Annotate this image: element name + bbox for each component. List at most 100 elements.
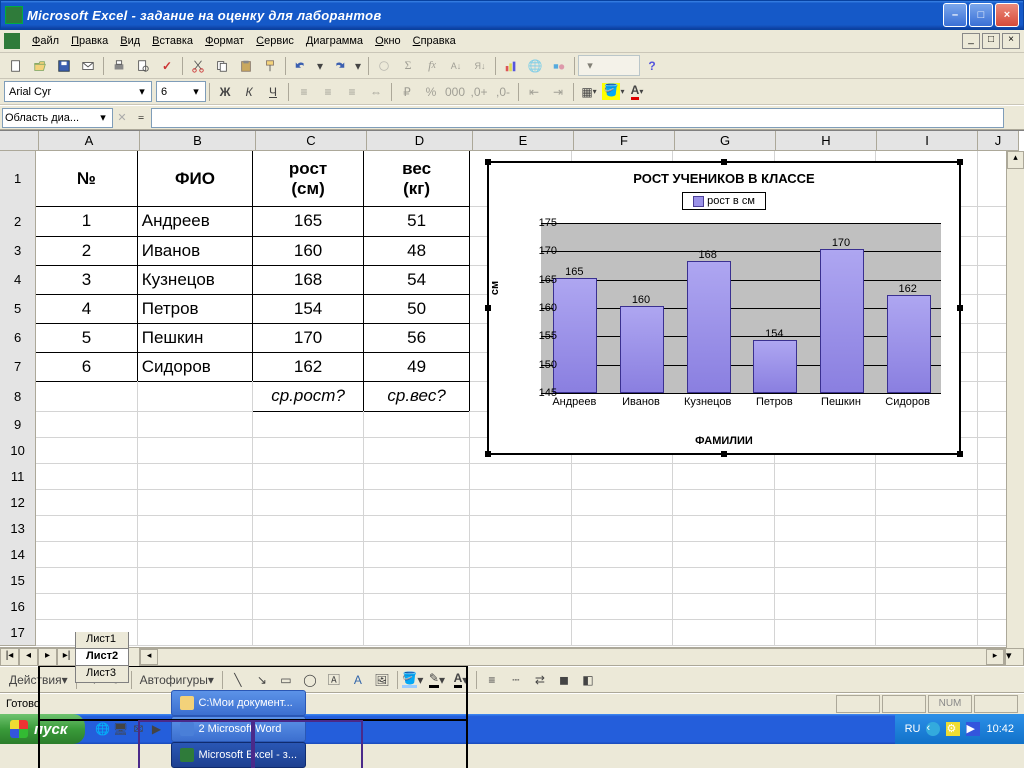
quick-launch-oe[interactable]: ✉ xyxy=(129,718,147,740)
tab-nav-next[interactable]: ▸ xyxy=(38,648,57,666)
save-button[interactable] xyxy=(52,55,76,77)
cell-A9[interactable] xyxy=(36,411,138,438)
chart-wizard-button[interactable] xyxy=(499,55,523,77)
cell-F11[interactable] xyxy=(572,463,674,490)
font-color-button[interactable]: А▾ xyxy=(625,81,649,103)
col-header-I[interactable]: I xyxy=(877,131,978,151)
cell-H11[interactable] xyxy=(775,463,877,490)
cell-C4[interactable]: 168 xyxy=(253,265,364,295)
map-button[interactable]: 🌐 xyxy=(523,55,547,77)
cell-C10[interactable] xyxy=(253,437,364,464)
cell-G15[interactable] xyxy=(673,567,775,594)
vertical-scrollbar-down[interactable]: ▾ xyxy=(1005,648,1024,666)
line-color-button[interactable]: ✎▾ xyxy=(425,669,449,691)
copy-button[interactable] xyxy=(210,55,234,77)
cell-C13[interactable] xyxy=(253,515,364,542)
3d-button[interactable]: ◧ xyxy=(576,669,600,691)
cell-E15[interactable] xyxy=(470,567,572,594)
align-left-button[interactable]: ≡ xyxy=(292,81,316,103)
cell-C7[interactable]: 162 xyxy=(253,352,364,382)
cell-E17[interactable] xyxy=(470,619,572,646)
cell-H16[interactable] xyxy=(775,593,877,620)
row-header-4[interactable]: 4 xyxy=(0,265,36,295)
cell-I11[interactable] xyxy=(876,463,978,490)
sort-desc-button[interactable]: Я↓ xyxy=(468,55,492,77)
redo-dropdown[interactable]: ▾ xyxy=(351,55,365,77)
cell-A11[interactable] xyxy=(36,463,138,490)
cell-A13[interactable] xyxy=(36,515,138,542)
cell-C12[interactable] xyxy=(253,489,364,516)
new-doc-button[interactable] xyxy=(4,55,28,77)
cell-C8[interactable]: ср.рост? xyxy=(253,381,364,412)
menu-диаграмма[interactable]: Диаграмма xyxy=(300,33,369,49)
cell-I17[interactable] xyxy=(876,619,978,646)
cell-D13[interactable] xyxy=(364,515,470,542)
mdi-minimize-button[interactable]: _ xyxy=(962,33,980,49)
cell-C9[interactable] xyxy=(253,411,364,438)
cell-C15[interactable] xyxy=(253,567,364,594)
cell-A12[interactable] xyxy=(36,489,138,516)
mdi-restore-button[interactable]: □ xyxy=(982,33,1000,49)
menu-сервис[interactable]: Сервис xyxy=(250,33,300,49)
cell-E11[interactable] xyxy=(470,463,572,490)
col-header-H[interactable]: H xyxy=(776,131,877,151)
col-header-G[interactable]: G xyxy=(675,131,776,151)
increase-indent-button[interactable]: ⇥ xyxy=(546,81,570,103)
cell-G11[interactable] xyxy=(673,463,775,490)
font-name-select[interactable]: Arial Cyr▾ xyxy=(4,81,152,102)
align-right-button[interactable]: ≡ xyxy=(340,81,364,103)
arrow-button[interactable]: ↘ xyxy=(250,669,274,691)
quick-launch-ie[interactable]: 🌐 xyxy=(93,718,111,740)
autoshapes-menu[interactable]: Автофигуры ▾ xyxy=(135,669,219,691)
cell-C6[interactable]: 170 xyxy=(253,323,364,353)
mdi-close-button[interactable]: × xyxy=(1002,33,1020,49)
tab-nav-last[interactable]: ▸| xyxy=(57,648,76,666)
row-header-3[interactable]: 3 xyxy=(0,236,36,266)
embedded-chart[interactable]: РОСТ УЧЕНИКОВ В КЛАССЕ рост в см см 1651… xyxy=(487,161,961,455)
cell-C2[interactable]: 165 xyxy=(253,206,364,237)
cell-A10[interactable] xyxy=(36,437,138,464)
cell-H12[interactable] xyxy=(775,489,877,516)
email-button[interactable] xyxy=(76,55,100,77)
cell-H13[interactable] xyxy=(775,515,877,542)
menu-справка[interactable]: Справка xyxy=(407,33,462,49)
cell-H15[interactable] xyxy=(775,567,877,594)
decrease-indent-button[interactable]: ⇤ xyxy=(522,81,546,103)
menu-окно[interactable]: Окно xyxy=(369,33,407,49)
clipart-button[interactable]: 🖼 xyxy=(370,669,394,691)
cell-D11[interactable] xyxy=(364,463,470,490)
menu-вид[interactable]: Вид xyxy=(114,33,146,49)
col-header-J[interactable]: J xyxy=(978,131,1019,151)
cell-D12[interactable] xyxy=(364,489,470,516)
cell-E16[interactable] xyxy=(470,593,572,620)
vertical-scrollbar[interactable]: ▴ xyxy=(1006,151,1024,648)
fill-color-draw-button[interactable]: 🪣▾ xyxy=(401,669,425,691)
autosum-button[interactable]: Σ xyxy=(396,55,420,77)
tray-icon-2[interactable]: ⚙ xyxy=(946,722,960,736)
window-minimize-button[interactable]: – xyxy=(943,3,967,27)
cell-F13[interactable] xyxy=(572,515,674,542)
sheet-tab-Лист2[interactable]: Лист2 xyxy=(75,649,129,666)
cell-I16[interactable] xyxy=(876,593,978,620)
col-header-A[interactable]: A xyxy=(39,131,140,151)
cell-B14[interactable] xyxy=(138,541,253,568)
cell-B6[interactable]: Пешкин xyxy=(138,323,253,353)
row-header-15[interactable]: 15 xyxy=(0,567,36,594)
cell-D1[interactable]: вес (кг) xyxy=(364,151,470,207)
language-indicator[interactable]: RU xyxy=(905,723,921,735)
row-header-5[interactable]: 5 xyxy=(0,294,36,324)
name-box[interactable]: Область диа...▾ xyxy=(2,108,113,128)
cell-C17[interactable] xyxy=(253,619,364,646)
format-painter-button[interactable] xyxy=(258,55,282,77)
bold-button[interactable]: Ж xyxy=(213,81,237,103)
print-preview-button[interactable] xyxy=(131,55,155,77)
cell-H17[interactable] xyxy=(775,619,877,646)
cell-B9[interactable] xyxy=(138,411,253,438)
menu-файл[interactable]: Файл xyxy=(26,33,65,49)
taskbar-task[interactable]: С:\Мои документ... xyxy=(171,690,306,716)
col-header-D[interactable]: D xyxy=(367,131,473,151)
line-style-button[interactable]: ≡ xyxy=(480,669,504,691)
merge-center-button[interactable]: ⇔ xyxy=(364,81,388,103)
cell-D17[interactable] xyxy=(364,619,470,646)
tab-nav-prev[interactable]: ◂ xyxy=(19,648,38,666)
